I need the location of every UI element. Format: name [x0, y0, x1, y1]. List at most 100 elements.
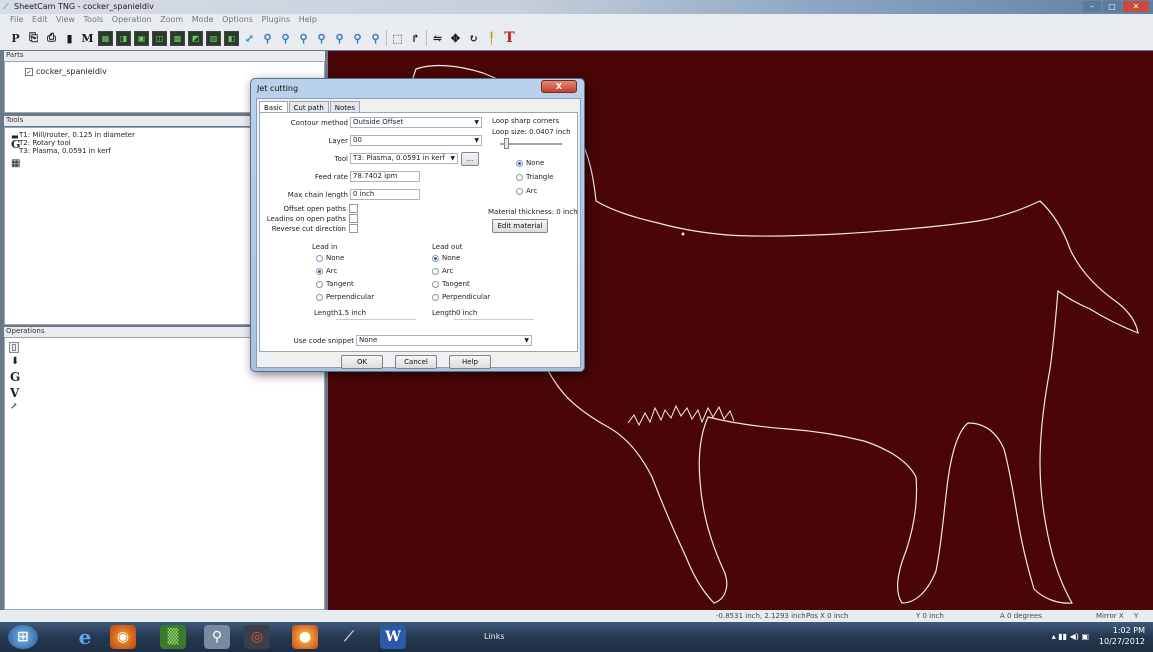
lead-out-arc-label: Arc: [442, 267, 454, 275]
view-icon-1[interactable]: ▦: [98, 30, 113, 46]
view-icon-3[interactable]: ▣: [134, 30, 149, 46]
clock-date[interactable]: 10/27/2012: [1099, 636, 1145, 647]
part-checkbox[interactable]: ✓: [25, 67, 33, 76]
menu-mode[interactable]: Mode: [189, 14, 217, 24]
menu-zoom[interactable]: Zoom: [157, 14, 186, 24]
app-green-icon[interactable]: ▒: [160, 625, 186, 649]
lead-out-length-underline: [454, 319, 534, 320]
menu-help[interactable]: Help: [296, 14, 320, 24]
move-icon[interactable]: ✥: [448, 31, 463, 46]
view-icon-7[interactable]: ▨: [206, 30, 221, 46]
chrome-icon[interactable]: ●: [292, 625, 318, 649]
zoom-icon-7[interactable]: ⚲: [368, 31, 383, 46]
search-app-icon[interactable]: ⚲: [204, 625, 230, 649]
reverse-cut-checkbox[interactable]: [349, 224, 358, 233]
zoom-icon-6[interactable]: ⚲: [350, 31, 365, 46]
zoom-icon-4[interactable]: ⚲: [314, 31, 329, 46]
radio-dot: [432, 254, 439, 262]
zoom-icon-2[interactable]: ⚲: [278, 31, 293, 46]
lead-out-length-field[interactable]: 0 inch: [456, 309, 477, 317]
part-item[interactable]: ✓ cocker_spanieldiv: [25, 67, 107, 76]
zoom-fit-icon[interactable]: ⤢: [242, 31, 257, 46]
tool-item[interactable]: T1: Mill/router, 0.125 in diameter: [19, 131, 135, 139]
selection-icon[interactable]: ↱: [408, 31, 423, 46]
zoom-icon-1[interactable]: ⚲: [260, 31, 275, 46]
tool-browse-button[interactable]: ...: [461, 152, 479, 166]
view-icon-6[interactable]: ◩: [188, 30, 203, 46]
mirror-icon[interactable]: ⇋: [430, 31, 445, 46]
layer-select[interactable]: 00: [350, 135, 482, 146]
bars-icon[interactable]: ▮: [62, 31, 77, 46]
menu-tools[interactable]: Tools: [81, 14, 107, 24]
links-toolbar[interactable]: Links: [484, 632, 505, 641]
menu-plugins[interactable]: Plugins: [259, 14, 294, 24]
view-icon-8[interactable]: ◧: [224, 30, 239, 46]
open-icon[interactable]: ⎘: [26, 31, 41, 46]
close-button[interactable]: ✕: [1123, 1, 1149, 12]
menu-operation[interactable]: Operation: [109, 14, 155, 24]
firefox-icon[interactable]: ◉: [110, 625, 136, 649]
loop-size-slider[interactable]: [500, 143, 562, 145]
lead-in-arc-radio[interactable]: Arc: [316, 267, 337, 275]
cancel-button[interactable]: Cancel: [395, 355, 437, 369]
lead-out-arc-radio[interactable]: Arc: [432, 267, 453, 275]
edit-material-button[interactable]: Edit material: [492, 219, 548, 233]
m-button[interactable]: M: [80, 31, 95, 46]
view-icon-2[interactable]: ◨: [116, 30, 131, 46]
ok-button[interactable]: OK: [341, 355, 383, 369]
lead-in-perpendicular-radio[interactable]: Perpendicular: [316, 293, 374, 301]
start-button[interactable]: ⊞: [8, 625, 38, 649]
sheetcam-icon[interactable]: ⟋: [336, 625, 362, 649]
lead-out-tangent-radio[interactable]: Tangent: [432, 280, 470, 288]
lead-out-perpendicular-radio[interactable]: Perpendicular: [432, 293, 490, 301]
tool-select[interactable]: T3: Plasma, 0.0591 in kerf: [350, 153, 458, 164]
menu-options[interactable]: Options: [219, 14, 256, 24]
feed-rate-field[interactable]: 78.7402 ipm: [350, 171, 420, 182]
zoom-icon-3[interactable]: ⚲: [296, 31, 311, 46]
menu-view[interactable]: View: [53, 14, 78, 24]
help-button[interactable]: Help: [449, 355, 491, 369]
view-icon-5[interactable]: ▩: [170, 30, 185, 46]
clock-time[interactable]: 1:02 PM: [1099, 625, 1145, 636]
minimize-button[interactable]: –: [1083, 1, 1101, 12]
op-path-icon[interactable]: ↗: [10, 402, 18, 412]
tool-item[interactable]: T2: Rotary tool: [19, 139, 71, 147]
max-chain-field[interactable]: 0 inch: [350, 189, 420, 200]
op-drill-icon[interactable]: ⬇: [11, 356, 19, 367]
pin-icon[interactable]: ╿: [484, 31, 499, 46]
lead-in-none-radio[interactable]: None: [316, 254, 344, 262]
menu-edit[interactable]: Edit: [29, 14, 51, 24]
select-pointer-icon[interactable]: ⬚: [390, 31, 405, 46]
view-icon-4[interactable]: ◫: [152, 30, 167, 46]
op-v-icon[interactable]: V: [10, 386, 19, 400]
print-icon[interactable]: ⎙: [44, 31, 59, 46]
op-g-icon[interactable]: G: [10, 370, 20, 384]
reverse-cut-label: Reverse cut direction: [271, 225, 346, 233]
loop-arc-radio[interactable]: Arc: [516, 187, 537, 195]
loop-none-radio[interactable]: None: [516, 159, 544, 167]
text-tool-button[interactable]: T: [502, 30, 517, 46]
zoom-icon-5[interactable]: ⚲: [332, 31, 347, 46]
lead-in-tangent-radio[interactable]: Tangent: [316, 280, 354, 288]
maximize-button[interactable]: □: [1103, 1, 1121, 12]
tray-icons[interactable]: ▴ ▮▮ ◀) ▣: [1052, 631, 1089, 642]
dialog-close-button[interactable]: X: [541, 80, 577, 93]
lead-out-none-radio[interactable]: None: [432, 254, 460, 262]
p-button[interactable]: P: [8, 31, 23, 46]
contour-method-select[interactable]: Outside Offset: [350, 117, 482, 128]
status-bar: -0.8531 inch, 2.1293 inch Pos X 0 inch Y…: [0, 610, 1153, 622]
loop-triangle-radio[interactable]: Triangle: [516, 173, 554, 181]
lead-in-length-field[interactable]: 1.5 inch: [338, 309, 366, 317]
ie-icon[interactable]: e: [72, 625, 98, 649]
loop-size-slider-thumb[interactable]: [504, 138, 509, 149]
rotate-icon[interactable]: ↻: [466, 31, 481, 46]
op-add-icon[interactable]: ▯: [9, 342, 19, 353]
offset-open-checkbox[interactable]: [349, 204, 358, 213]
menu-file[interactable]: File: [0, 14, 26, 24]
leadins-open-checkbox[interactable]: [349, 214, 358, 223]
word-icon[interactable]: W: [380, 625, 406, 649]
toolbar: P ⎘ ⎙ ▮ M ▦ ◨ ▣ ◫ ▩ ◩ ▨ ◧ ⤢ ⚲ ⚲ ⚲ ⚲ ⚲ ⚲ …: [0, 26, 1153, 50]
media-icon[interactable]: ◎: [244, 625, 270, 649]
tool-item[interactable]: T3: Plasma, 0.0591 in kerf: [19, 147, 111, 155]
snippet-select[interactable]: None: [356, 335, 532, 346]
